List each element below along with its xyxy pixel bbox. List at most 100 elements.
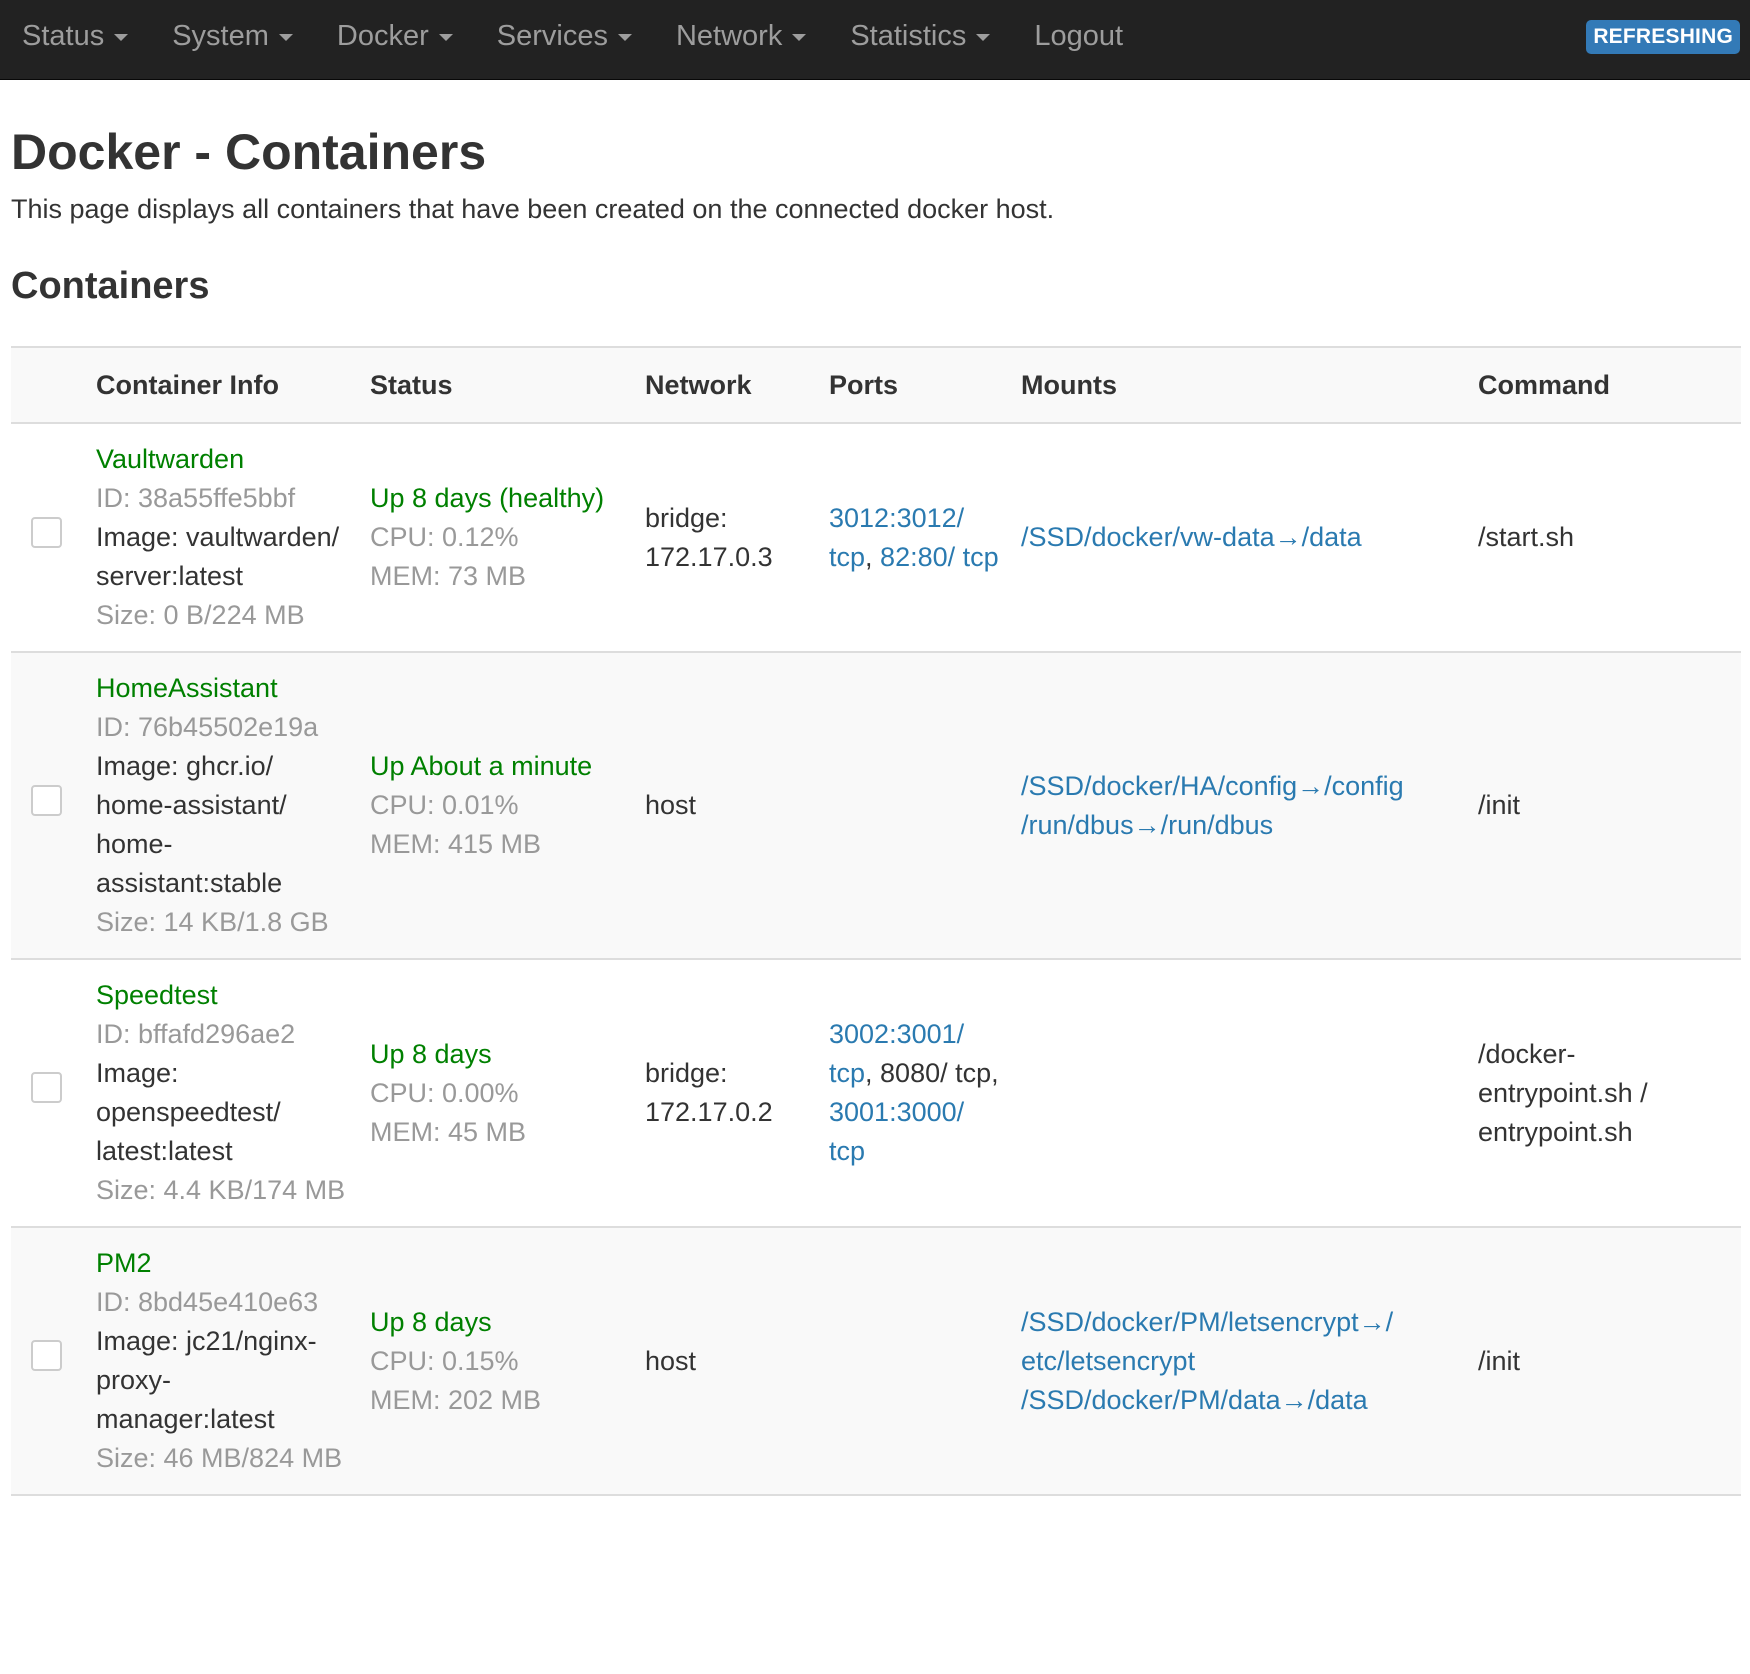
top-navbar: Status System Docker Services Network St… xyxy=(0,0,1750,80)
network-cell: bridge: 172.17.0.3 xyxy=(635,423,819,653)
nav-logout-link[interactable]: Logout xyxy=(1034,20,1123,53)
header-ports: Ports xyxy=(819,346,1011,424)
nav-network-label: Network xyxy=(675,19,783,52)
nav-system-dropdown[interactable]: System xyxy=(172,20,293,53)
status-cell: Up About a minute CPU: 0.01% MEM: 415 MB xyxy=(360,652,635,960)
row-select-checkbox[interactable] xyxy=(31,1340,62,1371)
container-status: Up 8 days xyxy=(370,1038,492,1069)
container-image: Image: ghcr.io/ home-assistant/ home- as… xyxy=(96,751,287,898)
container-name-link[interactable]: PM2 xyxy=(96,1244,350,1283)
network-cell: host xyxy=(635,1227,819,1496)
port-text: , xyxy=(865,541,881,572)
nav-network-dropdown[interactable]: Network xyxy=(675,19,807,53)
main-content: Docker - Containers This page displays a… xyxy=(0,122,1750,1496)
table-header-row: Container Info Status Network Ports Moun… xyxy=(11,346,1741,424)
ports-cell: 3012:3012/ tcp, 82:80/ tcp xyxy=(819,423,1011,653)
container-image: Image: vaultwarden/ server:latest xyxy=(96,522,340,591)
container-id: ID: 76b45502e19a xyxy=(96,712,319,742)
nav-status-dropdown[interactable]: Status xyxy=(22,19,129,53)
caret-down-icon xyxy=(114,34,129,41)
header-container-info: Container Info xyxy=(86,346,360,424)
container-id: ID: 8bd45e410e63 xyxy=(96,1287,319,1317)
container-size: Size: 14 KB/1.8 GB xyxy=(96,907,329,937)
mount-link[interactable]: /run/dbus→/run/dbus xyxy=(1021,806,1458,845)
section-title: Containers xyxy=(11,265,210,307)
mounts-cell: /SSD/docker/PM/letsencrypt→/ etc/letsenc… xyxy=(1011,1227,1468,1496)
status-cell: Up 8 days (healthy) CPU: 0.12% MEM: 73 MB xyxy=(360,423,635,653)
header-command: Command xyxy=(1468,346,1741,424)
select-cell xyxy=(11,423,86,653)
nav-statistics-label: Statistics xyxy=(850,19,967,52)
table-row: Speedtest ID: bffafd296ae2 Image: openspee… xyxy=(11,959,1741,1228)
nav-system-label: System xyxy=(172,19,269,52)
page-description: This page displays all containers that h… xyxy=(11,194,1055,224)
container-info-cell: Vaultwarden ID: 38a55ffe5bbf Image: vaultw… xyxy=(86,423,360,653)
mounts-cell: /SSD/docker/vw-data→/data xyxy=(1011,423,1468,653)
network-cell: host xyxy=(635,652,819,960)
ports-cell xyxy=(819,652,1011,960)
row-select-checkbox[interactable] xyxy=(31,516,62,548)
port-text: , 8080/ tcp, xyxy=(865,1058,999,1088)
container-cpu: CPU: 0.00% xyxy=(370,1077,519,1108)
command-cell: /start.sh xyxy=(1468,423,1741,653)
container-mem: MEM: 73 MB xyxy=(370,561,527,591)
container-info-cell: PM2 ID: 8bd45e410e63 Image: jc21/nginx- pr… xyxy=(86,1227,360,1496)
caret-down-icon xyxy=(278,34,293,41)
row-select-checkbox[interactable] xyxy=(31,1072,62,1103)
header-status: Status xyxy=(360,346,635,424)
mount-link[interactable]: /SSD/docker/PM/data→/data xyxy=(1021,1381,1458,1420)
containers-table: Container Info Status Network Ports Moun… xyxy=(11,346,1741,1496)
select-cell xyxy=(11,959,86,1228)
container-cpu: CPU: 0.12% xyxy=(370,522,519,552)
header-mounts: Mounts xyxy=(1011,346,1468,424)
mount-link[interactable]: /SSD/docker/PM/letsencrypt→/ etc/letsenc… xyxy=(1021,1303,1458,1381)
container-size: Size: 46 MB/824 MB xyxy=(96,1443,343,1473)
nav-services-dropdown[interactable]: Services xyxy=(497,20,632,53)
caret-down-icon xyxy=(617,34,632,41)
select-cell xyxy=(11,652,86,960)
container-id: ID: bffafd296ae2 xyxy=(96,1019,296,1049)
nav-docker-label: Docker xyxy=(336,19,429,52)
container-name-link[interactable]: HomeAssistant xyxy=(96,669,350,708)
mount-link[interactable]: /SSD/docker/vw-data→/data xyxy=(1021,518,1458,557)
container-info-cell: Speedtest ID: bffafd296ae2 Image: openspee… xyxy=(86,959,360,1228)
table-row: HomeAssistant ID: 76b45502e19a Image: ghcr… xyxy=(11,652,1741,960)
port-mapping-link[interactable]: 3001:3000/ tcp xyxy=(829,1097,964,1166)
table-body: Vaultwarden ID: 38a55ffe5bbf Image: vaultw… xyxy=(11,423,1741,1496)
mounts-cell: /SSD/docker/HA/config→/config/run/dbus→/… xyxy=(1011,652,1468,960)
table-row: PM2 ID: 8bd45e410e63 Image: jc21/nginx- pr… xyxy=(11,1227,1741,1496)
nav-logout-label: Logout xyxy=(1034,19,1124,52)
caret-down-icon xyxy=(438,34,453,41)
container-size: Size: 4.4 KB/174 MB xyxy=(96,1175,346,1205)
container-mem: MEM: 202 MB xyxy=(370,1384,542,1415)
ports-cell: 3002:3001/ tcp, 8080/ tcp, 3001:3000/ tc… xyxy=(819,959,1011,1228)
container-image: Image: jc21/nginx- proxy- manager:latest xyxy=(96,1326,317,1434)
header-select xyxy=(11,346,86,424)
container-status: Up 8 days xyxy=(370,1306,492,1337)
container-size: Size: 0 B/224 MB xyxy=(96,600,305,630)
port-mapping-link[interactable]: 82:80/ tcp xyxy=(880,542,999,572)
status-cell: Up 8 days CPU: 0.00% MEM: 45 MB xyxy=(360,959,635,1228)
container-name-link[interactable]: Vaultwarden xyxy=(96,440,350,479)
mount-link[interactable]: /SSD/docker/HA/config→/config xyxy=(1021,767,1458,806)
container-mem: MEM: 415 MB xyxy=(370,829,542,859)
container-status: Up About a minute xyxy=(370,751,593,781)
container-mem: MEM: 45 MB xyxy=(370,1116,527,1147)
container-id: ID: 38a55ffe5bbf xyxy=(96,483,296,513)
refreshing-badge: REFRESHING xyxy=(1586,20,1740,54)
network-cell: bridge: 172.17.0.2 xyxy=(635,959,819,1228)
table-row: Vaultwarden ID: 38a55ffe5bbf Image: vaultw… xyxy=(11,423,1741,653)
container-cpu: CPU: 0.15% xyxy=(370,1345,519,1376)
nav-docker-dropdown[interactable]: Docker xyxy=(337,20,453,53)
container-name-link[interactable]: Speedtest xyxy=(96,976,350,1015)
ports-cell xyxy=(819,1227,1011,1496)
nav-status-label: Status xyxy=(22,19,105,52)
row-select-checkbox[interactable] xyxy=(31,784,62,816)
mounts-cell xyxy=(1011,959,1468,1228)
nav-statistics-dropdown[interactable]: Statistics xyxy=(850,19,991,53)
container-image: Image: openspeedtest/ latest:latest xyxy=(96,1058,281,1166)
select-cell xyxy=(11,1227,86,1496)
nav-menu: Status System Docker Services Network St… xyxy=(0,0,1167,72)
command-cell: /docker- entrypoint.sh / entrypoint.sh xyxy=(1468,959,1741,1228)
caret-down-icon xyxy=(792,34,807,41)
